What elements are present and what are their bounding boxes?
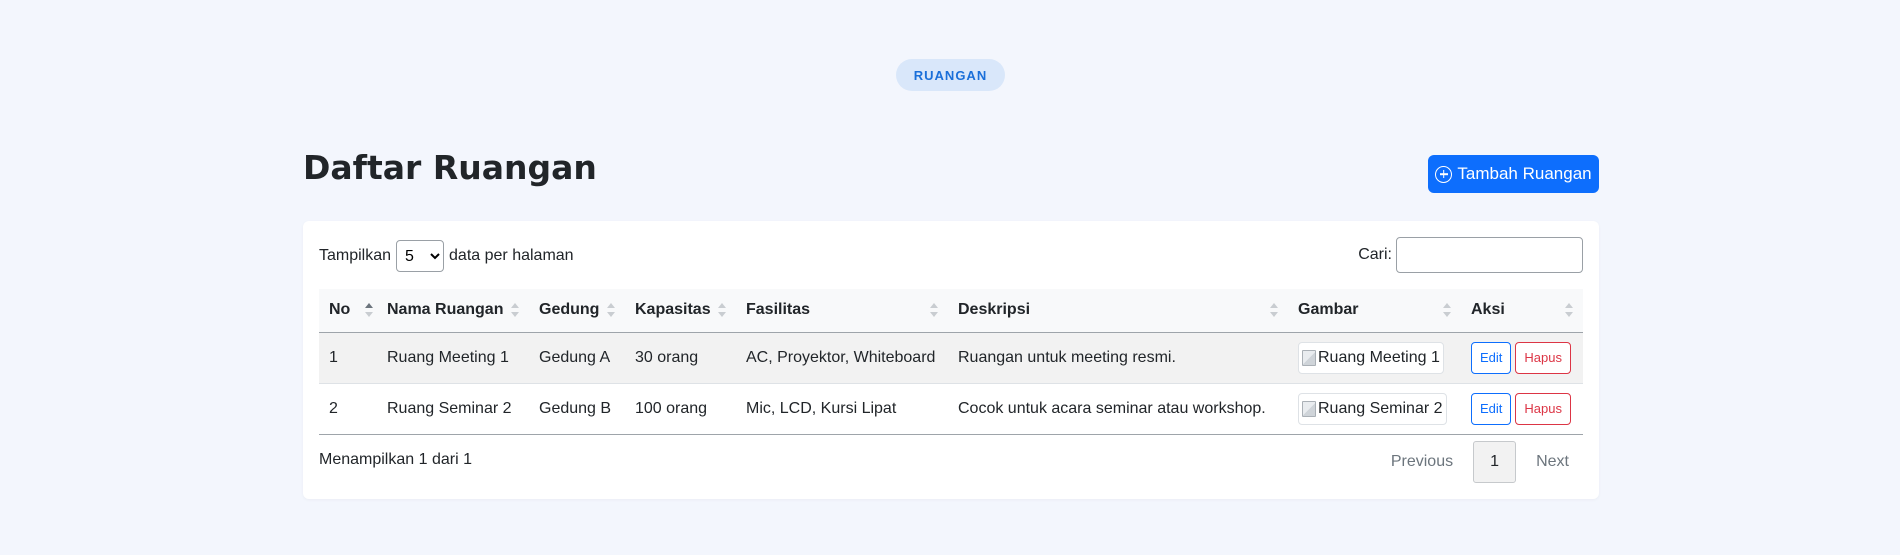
table-row: 2 Ruang Seminar 2 Gedung B 100 orang Mic…: [319, 383, 1583, 435]
column-header-gedung[interactable]: Gedung: [529, 289, 625, 333]
search-control: Cari:: [1358, 237, 1583, 273]
room-image: Ruang Seminar 2: [1298, 392, 1447, 425]
cell-no: 1: [319, 332, 377, 384]
pagination-next[interactable]: Next: [1522, 441, 1583, 483]
add-room-button[interactable]: Tambah Ruangan: [1428, 155, 1599, 193]
search-label: Cari:: [1358, 246, 1392, 263]
pagination-previous[interactable]: Previous: [1377, 441, 1467, 483]
table-info: Menampilkan 1 dari 1: [319, 451, 472, 468]
column-header-label: Deskripsi: [958, 301, 1031, 319]
pagination: Previous 1 Next: [1377, 441, 1583, 483]
room-image: Ruang Meeting 1: [1298, 341, 1444, 374]
room-image-alt: Ruang Meeting 1: [1318, 348, 1440, 366]
add-room-label: Tambah Ruangan: [1457, 164, 1592, 183]
delete-button[interactable]: Hapus: [1515, 392, 1571, 425]
delete-button[interactable]: Hapus: [1515, 341, 1571, 374]
column-header-deskripsi[interactable]: Deskripsi: [948, 289, 1288, 333]
plus-circle-icon: [1435, 165, 1453, 183]
page-length-prefix: Tampilkan: [319, 247, 392, 264]
room-image-alt: Ruang Seminar 2: [1318, 399, 1443, 417]
sort-icon: [607, 303, 615, 318]
cell-aksi: Edit Hapus: [1461, 383, 1583, 435]
column-header-nama-ruangan[interactable]: Nama Ruangan: [377, 289, 529, 333]
sort-icon: [511, 303, 519, 318]
rooms-table-card: Tampilkan 5 data per halaman Cari: No Na…: [303, 221, 1599, 499]
rooms-table: No Nama Ruangan Gedung Kapasitas Fasilit…: [319, 289, 1583, 435]
cell-aksi: Edit Hapus: [1461, 332, 1583, 384]
broken-image-icon: [1302, 349, 1316, 366]
sort-asc-icon: [365, 303, 373, 318]
edit-button[interactable]: Edit: [1471, 392, 1512, 425]
cell-kapasitas: 30 orang: [625, 332, 736, 384]
cell-nama-ruangan: Ruang Seminar 2: [377, 383, 529, 435]
column-header-label: Nama Ruangan: [387, 301, 504, 319]
sort-icon: [718, 303, 726, 318]
column-header-label: Kapasitas: [635, 301, 711, 319]
cell-gedung: Gedung A: [529, 332, 625, 384]
page-length-select[interactable]: 5: [396, 240, 445, 272]
cell-deskripsi: Cocok untuk acara seminar atau workshop.: [948, 383, 1288, 435]
page-length-control: Tampilkan 5 data per halaman: [319, 240, 574, 272]
cell-fasilitas: AC, Proyektor, Whiteboard: [736, 332, 948, 384]
cell-deskripsi: Ruangan untuk meeting resmi.: [948, 332, 1288, 384]
broken-image-icon: [1302, 400, 1316, 417]
cell-no: 2: [319, 383, 377, 435]
page-title: Daftar Ruangan: [303, 148, 597, 187]
edit-button[interactable]: Edit: [1471, 341, 1512, 374]
sort-icon: [1270, 303, 1278, 318]
section-badge: RUANGAN: [896, 59, 1005, 91]
column-header-kapasitas[interactable]: Kapasitas: [625, 289, 736, 333]
cell-nama-ruangan: Ruang Meeting 1: [377, 332, 529, 384]
column-header-label: No: [329, 301, 351, 319]
sort-icon: [930, 303, 938, 318]
search-input[interactable]: [1396, 237, 1583, 273]
table-row: 1 Ruang Meeting 1 Gedung A 30 orang AC, …: [319, 332, 1583, 384]
cell-gedung: Gedung B: [529, 383, 625, 435]
cell-gambar: Ruang Seminar 2: [1288, 383, 1461, 435]
column-header-label: Fasilitas: [746, 301, 811, 319]
column-header-label: Gedung: [539, 301, 600, 319]
column-header-gambar[interactable]: Gambar: [1288, 289, 1461, 333]
column-header-no[interactable]: No: [319, 289, 377, 333]
cell-gambar: Ruang Meeting 1: [1288, 332, 1461, 384]
cell-fasilitas: Mic, LCD, Kursi Lipat: [736, 383, 948, 435]
column-header-label: Aksi: [1471, 301, 1505, 319]
column-header-fasilitas[interactable]: Fasilitas: [736, 289, 948, 333]
table-header-row: No Nama Ruangan Gedung Kapasitas Fasilit…: [319, 289, 1583, 333]
pagination-page-current[interactable]: 1: [1473, 441, 1517, 483]
cell-kapasitas: 100 orang: [625, 383, 736, 435]
column-header-label: Gambar: [1298, 301, 1359, 319]
sort-icon: [1565, 303, 1573, 318]
page-length-suffix: data per halaman: [449, 247, 574, 264]
column-header-aksi[interactable]: Aksi: [1461, 289, 1583, 333]
sort-icon: [1443, 303, 1451, 318]
